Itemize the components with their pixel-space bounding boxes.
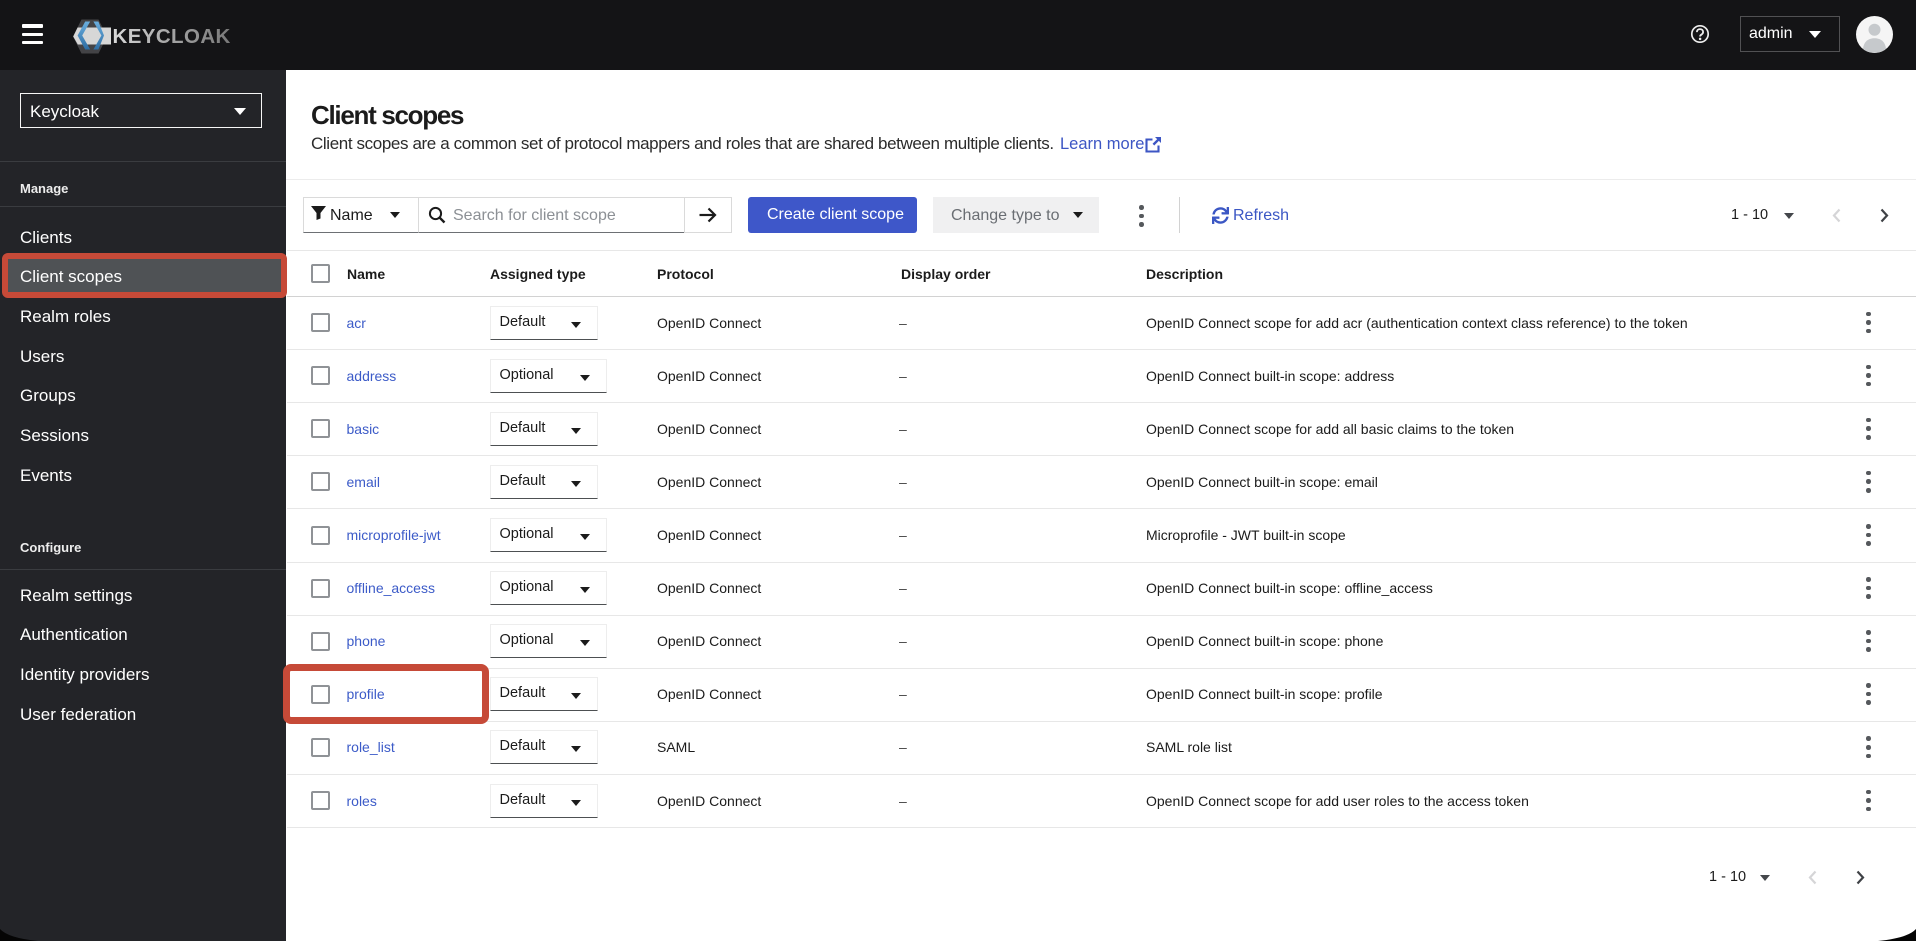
svg-text:KEYCLOAK: KEYCLOAK	[113, 25, 231, 48]
